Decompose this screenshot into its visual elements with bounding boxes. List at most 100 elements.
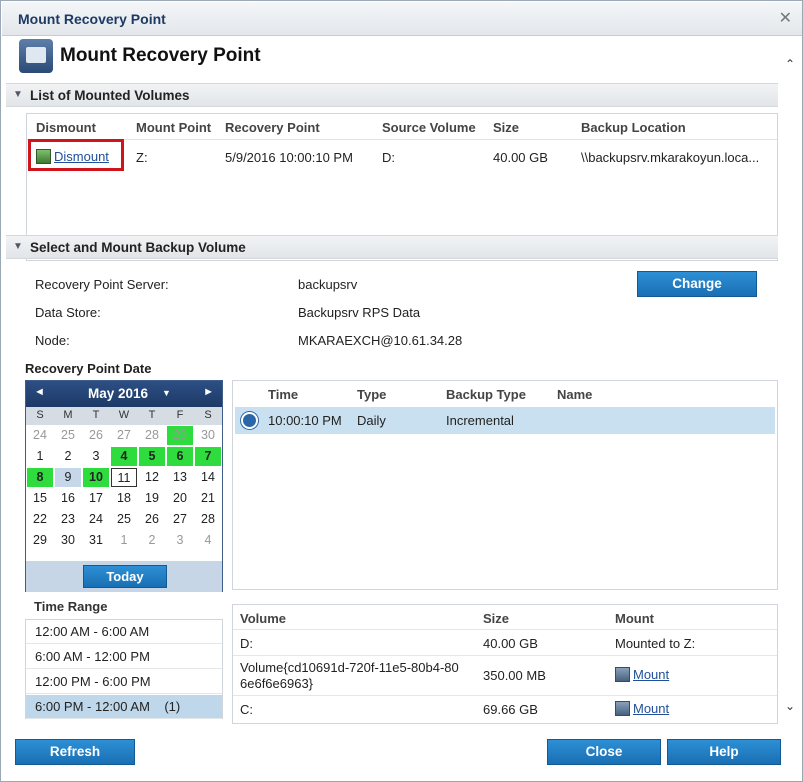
- calendar-day[interactable]: 23: [55, 510, 81, 529]
- calendar-day-today[interactable]: 11: [111, 468, 137, 487]
- calendar-day[interactable]: 2: [139, 531, 165, 550]
- column-header[interactable]: Name: [557, 387, 592, 402]
- select-mount-section-header[interactable]: ▼ Select and Mount Backup Volume: [6, 235, 778, 259]
- calendar-day[interactable]: 14: [195, 468, 221, 487]
- calendar-day[interactable]: 3: [83, 447, 109, 466]
- calendar-day[interactable]: 22: [27, 510, 53, 529]
- list-item-selected[interactable]: 6:00 PM - 12:00 AM (1): [26, 695, 222, 719]
- prev-month-icon[interactable]: ◄: [34, 386, 45, 398]
- column-header[interactable]: Volume: [240, 611, 286, 626]
- column-header[interactable]: Mount: [615, 611, 654, 626]
- field-value: backupsrv: [298, 277, 358, 292]
- mounted-volumes-section-header[interactable]: ▼ List of Mounted Volumes: [6, 83, 778, 107]
- calendar-day[interactable]: 1: [27, 447, 53, 466]
- calendar-day-with-backup[interactable]: 10: [83, 468, 109, 487]
- calendar-day[interactable]: 13: [167, 468, 193, 487]
- weekday-label: M: [63, 409, 73, 421]
- month-label[interactable]: May 2016: [88, 386, 148, 401]
- column-header[interactable]: Recovery Point: [225, 120, 320, 135]
- mount-icon[interactable]: [615, 667, 630, 682]
- column-header[interactable]: Source Volume: [382, 120, 476, 135]
- calendar-day[interactable]: 30: [55, 531, 81, 550]
- calendar-header: ◄ May 2016 ▼ ►: [26, 381, 222, 407]
- column-header[interactable]: Dismount: [36, 120, 96, 135]
- close-icon[interactable]: ✕: [779, 8, 792, 28]
- backup-type-cell: Incremental: [446, 413, 514, 428]
- mount-icon[interactable]: [615, 701, 630, 716]
- column-header[interactable]: Size: [483, 611, 509, 626]
- weekday-label: S: [36, 409, 44, 421]
- calendar-day[interactable]: 17: [83, 489, 109, 508]
- calendar-day-with-backup[interactable]: 8: [27, 468, 53, 487]
- weekday-label: T: [148, 409, 156, 421]
- window-title: Mount Recovery Point: [18, 11, 166, 27]
- size-cell: 69.66 GB: [483, 702, 538, 717]
- calendar-day[interactable]: 3: [167, 531, 193, 550]
- calendar-day[interactable]: 26: [83, 426, 109, 445]
- refresh-button[interactable]: Refresh: [15, 739, 135, 765]
- calendar-day-with-backup[interactable]: 6: [167, 447, 193, 466]
- calendar-day[interactable]: 24: [83, 510, 109, 529]
- today-button[interactable]: Today: [83, 565, 167, 588]
- calendar-day[interactable]: 16: [55, 489, 81, 508]
- list-item[interactable]: 12:00 AM - 6:00 AM: [26, 620, 222, 644]
- calendar-day-with-backup[interactable]: 4: [111, 447, 137, 466]
- column-header[interactable]: Time: [268, 387, 298, 402]
- calendar-day[interactable]: 25: [111, 510, 137, 529]
- month-dropdown-icon[interactable]: ▼: [162, 388, 171, 398]
- weekday-label: F: [176, 409, 184, 421]
- calendar-day[interactable]: 4: [195, 531, 221, 550]
- calendar-day-with-backup[interactable]: 7: [195, 447, 221, 466]
- calendar-day[interactable]: 26: [139, 510, 165, 529]
- column-header[interactable]: Type: [357, 387, 386, 402]
- calendar-day[interactable]: 20: [167, 489, 193, 508]
- mount-link[interactable]: Mount: [633, 667, 669, 682]
- calendar-day[interactable]: 19: [139, 489, 165, 508]
- table-row: C: 69.66 GB Mount: [233, 695, 777, 723]
- dialog-footer: Refresh Close Help: [2, 727, 802, 781]
- column-header[interactable]: Mount Point: [136, 120, 211, 135]
- calendar-day[interactable]: 25: [55, 426, 81, 445]
- calendar-day[interactable]: 18: [111, 489, 137, 508]
- calendar-day[interactable]: 12: [139, 468, 165, 487]
- mount-point-cell: Z:: [136, 150, 148, 165]
- vertical-scrollbar[interactable]: ⌃ ⌄: [778, 37, 802, 727]
- calendar-day[interactable]: 28: [195, 510, 221, 529]
- calendar-day[interactable]: 21: [195, 489, 221, 508]
- list-item[interactable]: 12:00 PM - 6:00 PM: [26, 670, 222, 694]
- calendar-day[interactable]: 1: [111, 531, 137, 550]
- calendar-day[interactable]: 2: [55, 447, 81, 466]
- calendar-day[interactable]: 27: [167, 510, 193, 529]
- change-button[interactable]: Change: [637, 271, 757, 297]
- list-item[interactable]: 6:00 AM - 12:00 PM: [26, 645, 222, 669]
- close-button[interactable]: Close: [547, 739, 661, 765]
- mount-recovery-point-dialog: Mount Recovery Point ✕ Mount Recovery Po…: [0, 0, 803, 782]
- volume-cell: Volume{cd10691d-720f-11e5-80b4-806e6f6e6…: [240, 660, 459, 691]
- collapse-triangle-icon[interactable]: ▼: [13, 89, 23, 100]
- recovery-points-grid: Time Type Backup Type Name 10:00:10 PM D…: [232, 380, 778, 590]
- field-value: Backupsrv RPS Data: [298, 305, 421, 320]
- calendar-day-selected[interactable]: 9: [55, 468, 81, 487]
- column-header[interactable]: Size: [493, 120, 519, 135]
- scroll-down-icon[interactable]: ⌄: [782, 699, 798, 715]
- column-header[interactable]: Backup Location: [581, 120, 686, 135]
- next-month-icon[interactable]: ►: [203, 386, 214, 398]
- field-label: Node:: [35, 333, 70, 348]
- calendar-day[interactable]: 31: [83, 531, 109, 550]
- calendar-day-with-backup[interactable]: 29: [167, 426, 193, 445]
- calendar-day[interactable]: 15: [27, 489, 53, 508]
- calendar-day[interactable]: 28: [139, 426, 165, 445]
- column-header[interactable]: Backup Type: [446, 387, 526, 402]
- collapse-triangle-icon[interactable]: ▼: [13, 241, 23, 252]
- calendar-day-with-backup[interactable]: 5: [139, 447, 165, 466]
- weekday-label: W: [118, 409, 130, 421]
- calendar-day[interactable]: 24: [27, 426, 53, 445]
- calendar-footer: Today: [26, 561, 222, 592]
- table-row-selected[interactable]: 10:00:10 PM Daily Incremental: [235, 407, 775, 434]
- mount-link[interactable]: Mount: [633, 701, 669, 716]
- help-button[interactable]: Help: [667, 739, 781, 765]
- calendar-day[interactable]: 27: [111, 426, 137, 445]
- calendar-day[interactable]: 29: [27, 531, 53, 550]
- scroll-up-icon[interactable]: ⌃: [782, 57, 798, 73]
- calendar-day[interactable]: 30: [195, 426, 221, 445]
